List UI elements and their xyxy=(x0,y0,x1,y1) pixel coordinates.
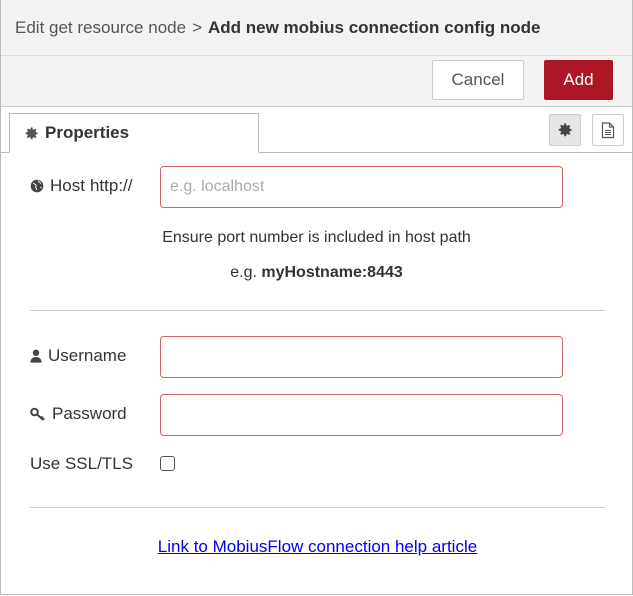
username-label-text: Username xyxy=(48,346,127,365)
host-example-prefix: e.g. xyxy=(230,264,257,281)
node-description-tab-button[interactable] xyxy=(592,114,624,146)
editor-title-bar: Edit get resource node > Add new mobius … xyxy=(1,0,632,56)
host-prefix: http:// xyxy=(89,176,133,195)
ssl-checkbox[interactable] xyxy=(160,456,175,471)
host-label-text: Host xyxy=(50,176,85,195)
cancel-button[interactable]: Cancel xyxy=(432,60,524,100)
host-example-value: myHostname:8443 xyxy=(261,264,403,281)
breadcrumb-parent[interactable]: Edit get resource node xyxy=(15,18,186,38)
page-title: Add new mobius connection config node xyxy=(208,17,541,37)
section-divider xyxy=(30,507,605,508)
username-label: Username xyxy=(30,346,126,366)
host-port-hint: Ensure port number is included in host p… xyxy=(162,229,471,246)
gear-icon xyxy=(557,122,573,138)
editor-tabs: Properties xyxy=(1,107,632,153)
user-icon xyxy=(30,349,42,363)
gear-icon xyxy=(24,126,39,141)
globe-icon xyxy=(30,179,44,193)
password-input[interactable] xyxy=(160,394,563,436)
tab-properties[interactable]: Properties xyxy=(9,113,259,153)
host-example-hint: e.g. myHostname:8443 xyxy=(1,264,632,282)
username-input[interactable] xyxy=(160,336,563,378)
ssl-label: Use SSL/TLS xyxy=(30,454,133,473)
node-settings-tab-button[interactable] xyxy=(549,114,581,146)
host-input[interactable] xyxy=(160,166,563,208)
add-button[interactable]: Add xyxy=(544,60,613,100)
config-node-editor: Edit get resource node > Add new mobius … xyxy=(0,0,633,595)
breadcrumb-separator: > xyxy=(192,17,202,37)
host-label: Host http:// xyxy=(30,176,133,196)
section-divider xyxy=(30,310,605,311)
key-icon xyxy=(30,407,46,421)
password-label-text: Password xyxy=(52,404,127,423)
help-article-link[interactable]: Link to MobiusFlow connection help artic… xyxy=(1,537,633,557)
document-icon xyxy=(601,121,615,139)
password-label: Password xyxy=(30,404,127,424)
tab-properties-label: Properties xyxy=(45,123,130,142)
editor-toolbar: Cancel Add xyxy=(1,56,632,107)
